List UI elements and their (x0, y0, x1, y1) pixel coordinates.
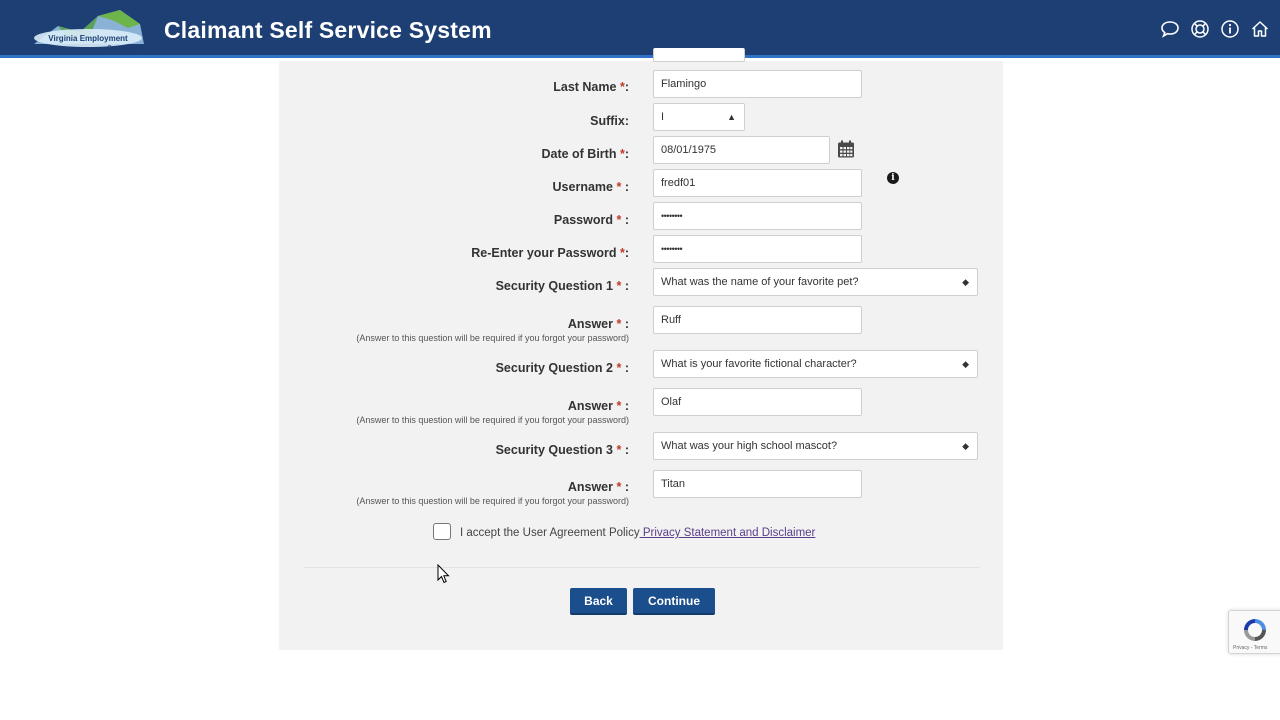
security-question-3-select[interactable]: What was your high school mascot? ◆ (653, 432, 978, 460)
security-question-3-label: Security Question 3 * : (495, 443, 629, 457)
mouse-cursor-icon (437, 564, 450, 584)
security-question-2-select[interactable]: What is your favorite fictional characte… (653, 350, 978, 378)
agreement-checkbox[interactable] (433, 523, 451, 540)
calendar-icon[interactable] (836, 139, 856, 159)
security-question-1-select[interactable]: What was the name of your favorite pet? ◆ (653, 268, 978, 296)
security-question-2-label: Security Question 2 * : (495, 361, 629, 375)
answer-3-hint: (Answer to this question will be require… (356, 496, 629, 506)
password-field[interactable]: •••••••• (653, 202, 862, 230)
answer-3-label: Answer * : (567, 480, 629, 494)
username-label: Username * : (552, 180, 629, 194)
divider (304, 567, 980, 568)
answer-1-field[interactable]: Ruff (653, 306, 862, 334)
agreement-text: I accept the User Agreement Policy Priva… (460, 527, 816, 539)
first-name-field-partial[interactable] (653, 48, 745, 62)
username-info-icon[interactable]: i (887, 172, 899, 184)
answer-2-field[interactable]: Olaf (653, 388, 862, 416)
last-name-label: Last Name *: (553, 80, 629, 94)
dob-label: Date of Birth *: (541, 147, 629, 161)
dob-field[interactable]: 08/01/1975 (653, 136, 830, 164)
answer-2-label: Answer * : (567, 399, 629, 413)
info-circle-icon[interactable] (1220, 19, 1240, 39)
username-field[interactable]: fredf01 (653, 169, 862, 197)
answer-1-label: Answer * : (567, 317, 629, 331)
recaptcha-badge[interactable]: Privacy - Terms (1228, 610, 1280, 654)
select-arrow-icon: ▲ (727, 112, 736, 122)
reenter-password-field[interactable]: •••••••• (653, 235, 862, 263)
suffix-label: Suffix: (590, 114, 629, 128)
home-icon[interactable] (1250, 19, 1270, 39)
continue-button[interactable]: Continue (633, 588, 715, 615)
chat-icon[interactable] (1160, 19, 1180, 39)
select-arrow-icon: ◆ (962, 277, 969, 287)
select-arrow-icon: ◆ (962, 359, 969, 369)
recaptcha-icon (1244, 619, 1266, 641)
answer-2-hint: (Answer to this question will be require… (356, 415, 629, 425)
reenter-password-label: Re-Enter your Password *: (471, 246, 629, 260)
back-button[interactable]: Back (570, 588, 627, 615)
security-question-1-label: Security Question 1 * : (495, 279, 629, 293)
svg-text:Virginia Employment: Virginia Employment (48, 34, 128, 43)
app-header: Virginia Employment Commission Claimant … (0, 0, 1280, 58)
vec-logo[interactable]: Virginia Employment Commission (28, 6, 148, 50)
app-title: Claimant Self Service System (164, 17, 492, 43)
help-icon[interactable] (1190, 19, 1210, 39)
recaptcha-footer[interactable]: Privacy - Terms (1233, 645, 1267, 651)
svg-text:Commission: Commission (107, 45, 141, 50)
privacy-statement-link[interactable]: Privacy Statement and Disclaimer (640, 527, 816, 539)
answer-3-field[interactable]: Titan (653, 470, 862, 498)
select-arrow-icon: ◆ (962, 441, 969, 451)
answer-1-hint: (Answer to this question will be require… (356, 333, 629, 343)
password-label: Password * : (553, 213, 629, 227)
last-name-field[interactable]: Flamingo (653, 70, 862, 98)
suffix-select[interactable]: I ▲ (653, 103, 745, 131)
